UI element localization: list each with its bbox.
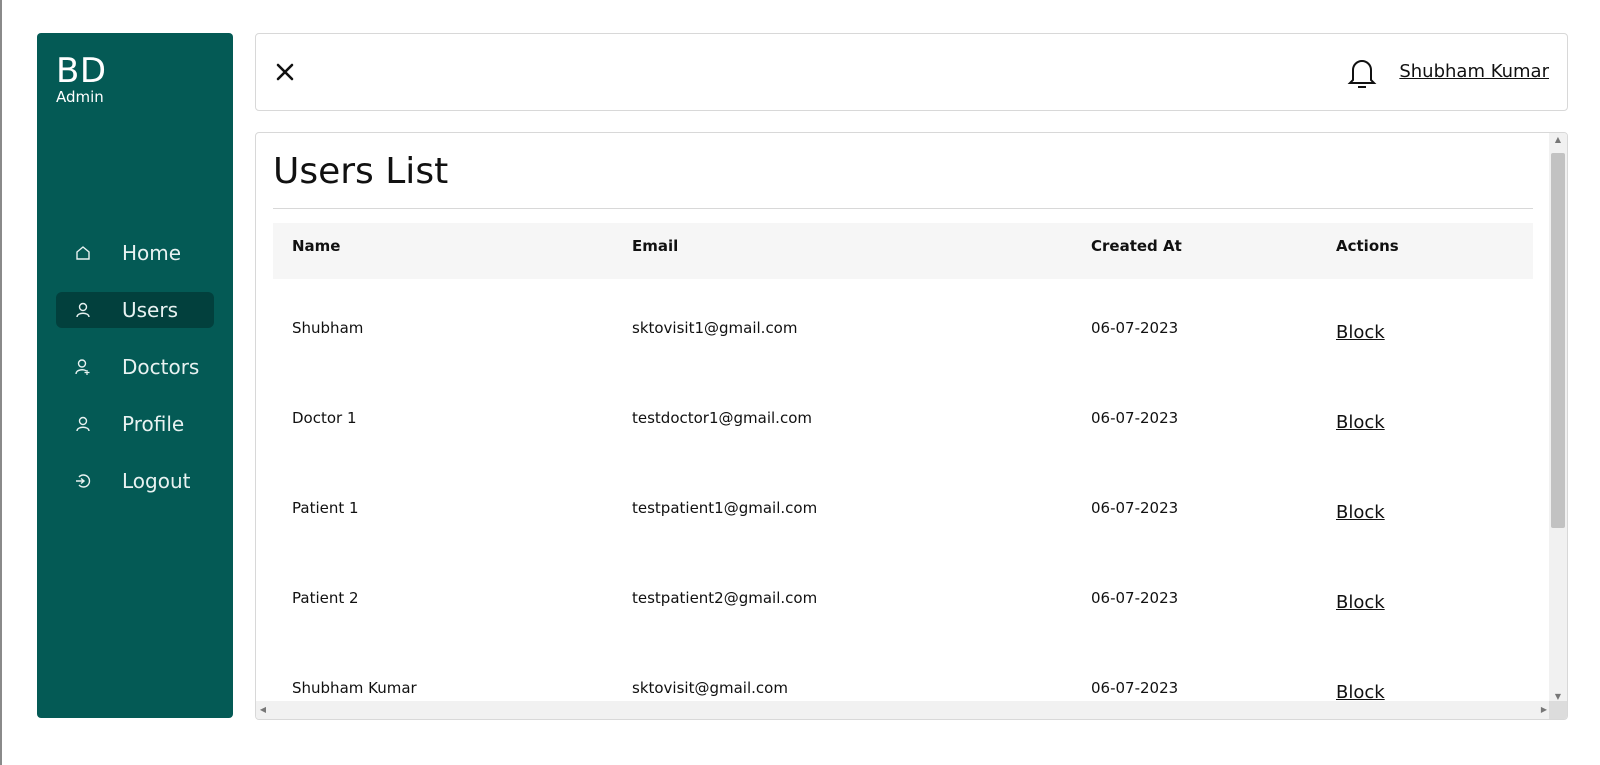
page-title: Users List	[273, 151, 449, 192]
sidebar-item-label: Logout	[122, 469, 191, 493]
cell-created-at: 06-07-2023	[1091, 409, 1179, 427]
cell-created-at: 06-07-2023	[1091, 319, 1179, 337]
cell-name: Doctor 1	[292, 409, 357, 427]
cell-name: Patient 1	[292, 499, 359, 517]
block-button[interactable]: Block	[1336, 502, 1385, 523]
sidebar-item-label: Doctors	[122, 355, 200, 379]
brand-logo: BD Admin	[56, 53, 107, 105]
scroll-left-arrow-icon[interactable]: ◀	[258, 705, 268, 714]
brand-title: BD	[56, 51, 107, 91]
user-name-link[interactable]: Shubham Kumar	[1399, 61, 1549, 82]
column-header-created-at: Created At	[1091, 237, 1182, 255]
sidebar-item-home[interactable]: Home	[56, 235, 214, 271]
cell-email: testdoctor1@gmail.com	[632, 409, 812, 427]
sidebar-item-label: Home	[122, 241, 182, 265]
table-row: Patient 1 testpatient1@gmail.com 06-07-2…	[273, 459, 1533, 549]
block-button[interactable]: Block	[1336, 682, 1385, 703]
divider	[273, 208, 1533, 209]
column-header-actions: Actions	[1336, 237, 1399, 255]
scrollbar-corner	[1549, 701, 1567, 719]
scroll-up-arrow-icon[interactable]: ▲	[1549, 135, 1567, 144]
cell-email: sktovisit1@gmail.com	[632, 319, 798, 337]
top-header: Shubham Kumar	[255, 33, 1568, 111]
sidebar-item-doctors[interactable]: Doctors	[56, 349, 214, 385]
sidebar-item-logout[interactable]: Logout	[56, 463, 214, 499]
table-row: Shubham sktovisit1@gmail.com 06-07-2023 …	[273, 279, 1533, 369]
doctor-icon	[74, 358, 92, 376]
column-header-name: Name	[292, 237, 341, 255]
block-button[interactable]: Block	[1336, 592, 1385, 613]
close-icon[interactable]	[272, 59, 298, 85]
window-edge	[0, 0, 2, 765]
cell-created-at: 06-07-2023	[1091, 679, 1179, 697]
user-icon	[74, 301, 92, 319]
sidebar-item-label: Profile	[122, 412, 185, 436]
brand-subtitle: Admin	[56, 88, 104, 106]
cell-email: testpatient1@gmail.com	[632, 499, 818, 517]
cell-name: Shubham	[292, 319, 364, 337]
cell-email: testpatient2@gmail.com	[632, 589, 818, 607]
column-header-email: Email	[632, 237, 679, 255]
home-icon	[74, 244, 92, 262]
logout-icon	[74, 472, 92, 490]
scroll-down-arrow-icon[interactable]: ▼	[1549, 692, 1567, 701]
cell-created-at: 06-07-2023	[1091, 589, 1179, 607]
users-table: Name Email Created At Actions Shubham sk…	[273, 223, 1533, 719]
block-button[interactable]: Block	[1336, 412, 1385, 433]
cell-name: Patient 2	[292, 589, 359, 607]
cell-name: Shubham Kumar	[292, 679, 417, 697]
users-panel: Users List Name Email Created At Actions…	[255, 132, 1568, 720]
sidebar-item-profile[interactable]: Profile	[56, 406, 214, 442]
table-header: Name Email Created At Actions	[273, 223, 1533, 279]
vertical-scroll-thumb[interactable]	[1551, 153, 1565, 528]
cell-created-at: 06-07-2023	[1091, 499, 1179, 517]
user-icon	[74, 415, 92, 433]
horizontal-scrollbar[interactable]: ◀ ▶	[256, 701, 1551, 719]
sidebar-item-users[interactable]: Users	[56, 292, 214, 328]
vertical-scrollbar[interactable]: ▲ ▼	[1549, 133, 1567, 703]
sidebar: BD Admin Home Users Doctors Profile Logo…	[37, 33, 233, 718]
scroll-right-arrow-icon[interactable]: ▶	[1539, 705, 1549, 714]
table-row: Doctor 1 testdoctor1@gmail.com 06-07-202…	[273, 369, 1533, 459]
sidebar-nav: Home Users Doctors Profile Logout	[56, 235, 214, 520]
sidebar-item-label: Users	[122, 298, 179, 322]
table-row: Patient 2 testpatient2@gmail.com 06-07-2…	[273, 549, 1533, 639]
bell-icon[interactable]	[1345, 55, 1379, 91]
cell-email: sktovisit@gmail.com	[632, 679, 788, 697]
block-button[interactable]: Block	[1336, 322, 1385, 343]
